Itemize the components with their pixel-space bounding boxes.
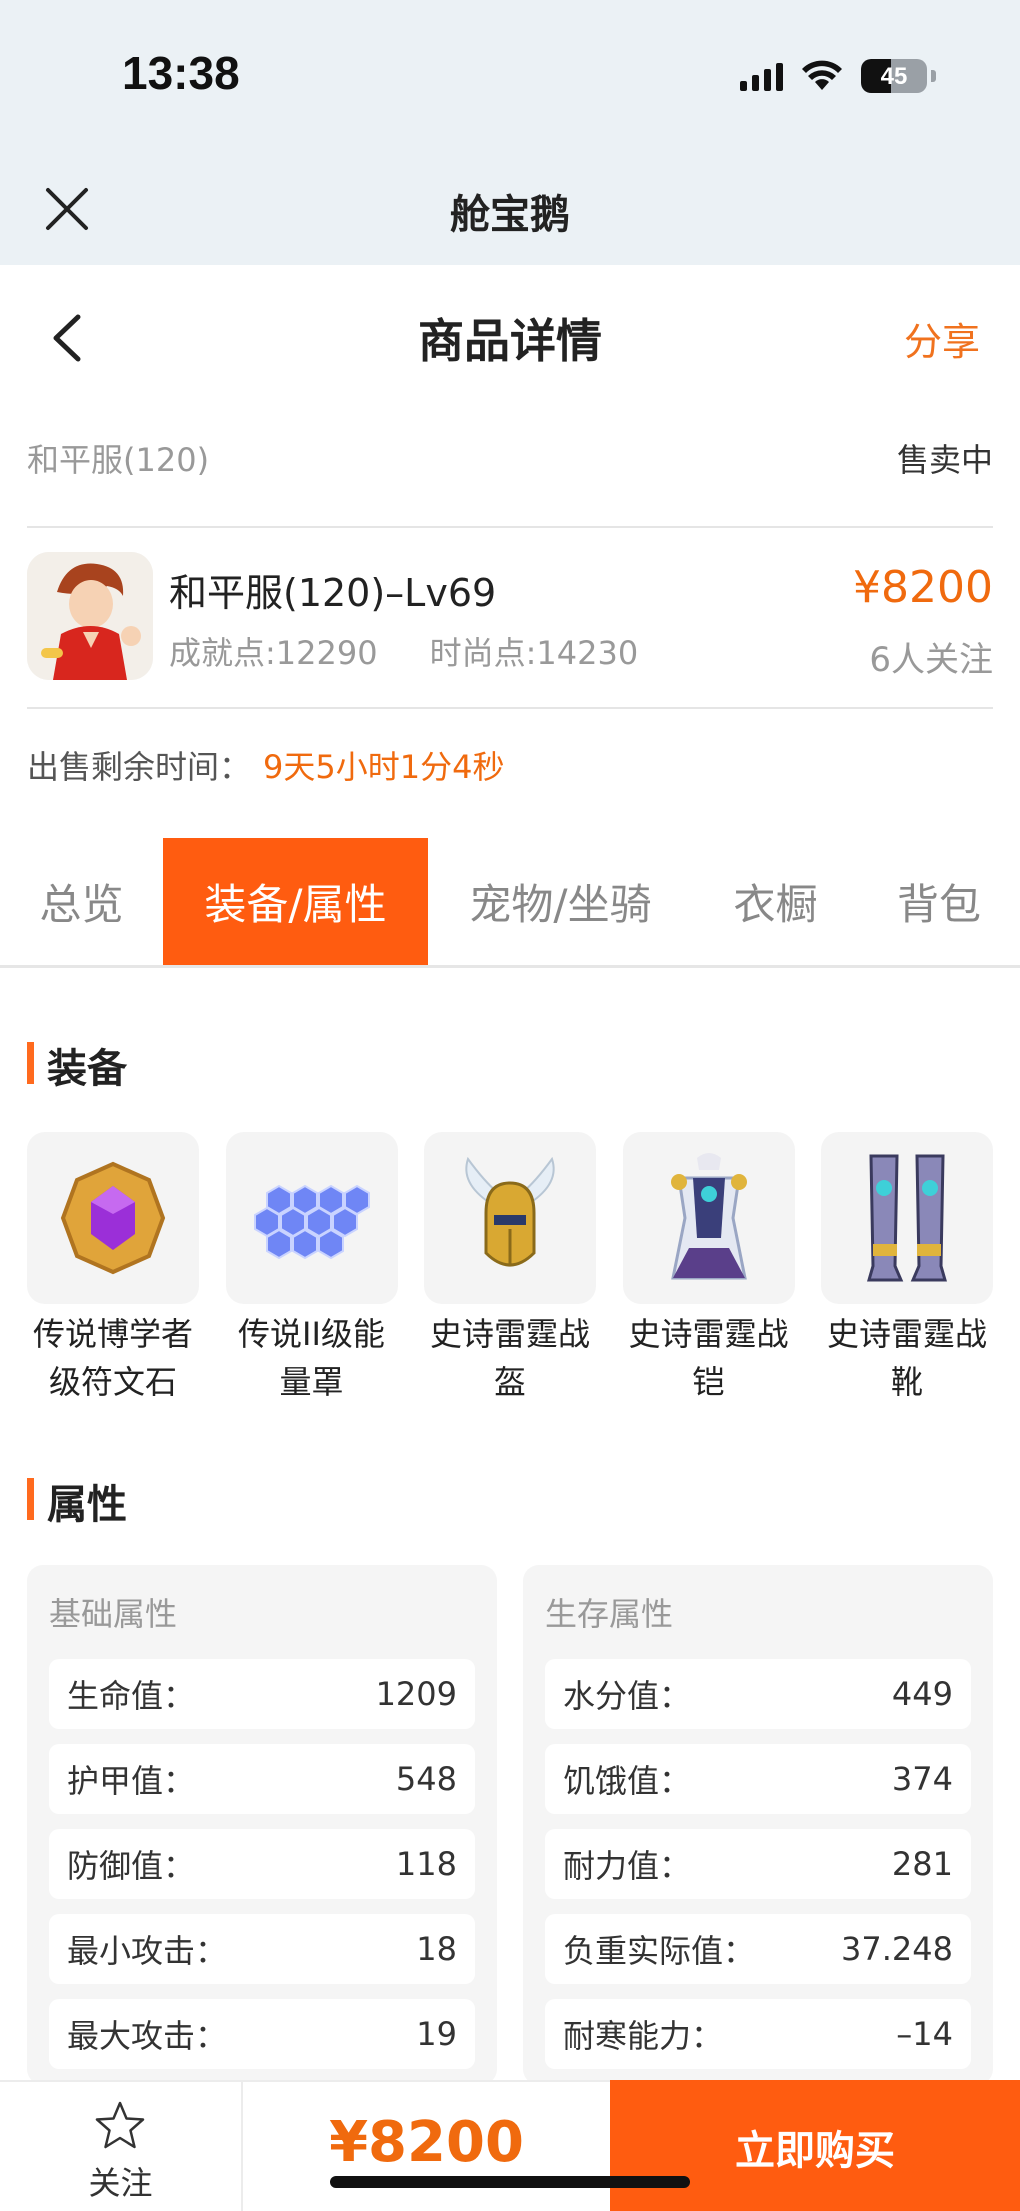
attribute-row: 负重实际值： 37.248 xyxy=(545,1914,971,1984)
attribute-value: 37.248 xyxy=(841,1930,953,1968)
follower-count: 6人关注 xyxy=(869,640,993,680)
server-row: 和平服(120) 售卖中 xyxy=(27,435,993,481)
equipment-item[interactable]: 传说博学者 级符文石 xyxy=(27,1132,199,1406)
share-button[interactable]: 分享 xyxy=(904,311,980,366)
product-summary: 和平服(120)–Lv69 成就点:12290 时尚点:14230 ¥8200 6… xyxy=(27,552,993,680)
equipment-name-line2: 级符文石 xyxy=(48,1363,177,1401)
home-indicator xyxy=(330,2176,690,2188)
product-price: ¥8200 xyxy=(853,562,993,613)
attribute-row: 水分值： 449 xyxy=(545,1659,971,1729)
attribute-row: 最小攻击： 18 xyxy=(49,1914,475,1984)
remaining-time: 出售剩余时间： 9天5小时1分4秒 xyxy=(27,742,504,788)
attribute-label: 耐力值： xyxy=(563,1847,692,1885)
equipment-list: 传说博学者 级符文石 传说II级能 量罩 史诗雷霆战 盔 史诗雷霆战 铠 史诗雷… xyxy=(27,1132,993,1406)
buy-now-button[interactable]: 立即购买 xyxy=(610,2080,1020,2211)
equipment-name-line2: 靴 xyxy=(890,1363,923,1401)
tab-wardrobe[interactable]: 衣橱 xyxy=(693,838,858,965)
attribute-row: 护甲值： 548 xyxy=(49,1744,475,1814)
attribute-row: 饥饿值： 374 xyxy=(545,1744,971,1814)
achievement-points: 成就点:12290 xyxy=(169,634,378,672)
tab-equipment-attributes[interactable]: 装备/属性 xyxy=(163,838,428,965)
battery-icon: 45 xyxy=(861,59,927,93)
rune-stone-icon xyxy=(27,1132,199,1304)
equipment-name-line1: 史诗雷霆战 xyxy=(628,1315,789,1353)
attribute-row: 耐寒能力： –14 xyxy=(545,1999,971,2069)
attribute-label: 护甲值： xyxy=(67,1762,196,1800)
fashion-points: 时尚点:14230 xyxy=(429,634,639,672)
basic-attributes-card: 基础属性 生命值： 1209 护甲值： 548 防御值： 118 最小攻击： 18 最大… xyxy=(27,1565,497,2085)
battery-tip xyxy=(931,70,936,82)
equipment-name-line2: 盔 xyxy=(493,1363,526,1401)
attribute-label: 耐寒能力： xyxy=(563,2017,724,2055)
attribute-value: 548 xyxy=(395,1760,457,1798)
tab-backpack[interactable]: 背包 xyxy=(858,838,1020,965)
clock: 13:38 xyxy=(122,47,240,99)
remaining-time-label: 出售剩余时间： xyxy=(27,748,252,786)
detail-tabs: 总览 装备/属性 宠物/坐骑 衣橱 背包 xyxy=(0,838,1020,968)
equipment-name-line1: 传说II级能 xyxy=(238,1315,385,1353)
status-icons: 45 xyxy=(740,56,936,96)
server-name: 和平服(120) xyxy=(27,441,210,479)
equipment-name-line2: 量罩 xyxy=(279,1363,344,1401)
page-title: 商品详情 xyxy=(418,314,602,368)
attribute-row: 生命值： 1209 xyxy=(49,1659,475,1729)
divider xyxy=(27,526,993,528)
equipment-name-line1: 史诗雷霆战 xyxy=(826,1315,987,1353)
mini-app-title: 舱宝鹅 xyxy=(450,192,570,238)
attribute-row: 耐力值： 281 xyxy=(545,1829,971,1899)
energy-shield-icon xyxy=(225,1132,398,1304)
attribute-row: 防御值： 118 xyxy=(49,1829,475,1899)
equipment-name-line1: 史诗雷霆战 xyxy=(429,1315,590,1353)
bottom-price: ¥8200 xyxy=(329,2110,524,2175)
attribute-label: 防御值： xyxy=(67,1847,196,1885)
product-points: 成就点:12290 时尚点:14230 xyxy=(169,628,638,674)
equipment-name-line2: 铠 xyxy=(692,1363,725,1401)
attributes-section-title: 属性 xyxy=(27,1472,127,1530)
product-name: 和平服(120)–Lv69 xyxy=(169,571,497,615)
attribute-value: 118 xyxy=(395,1845,457,1883)
wifi-icon xyxy=(802,60,842,90)
attribute-label: 饥饿值： xyxy=(563,1762,692,1800)
tab-overview[interactable]: 总览 xyxy=(0,838,163,965)
follow-label: 关注 xyxy=(88,2164,153,2202)
armor-icon xyxy=(622,1132,795,1304)
page-header: 商品详情 分享 xyxy=(0,265,1020,405)
remaining-time-value: 9天5小时1分4秒 xyxy=(263,748,505,786)
divider xyxy=(27,707,993,709)
basic-attributes-caption: 基础属性 xyxy=(49,1595,178,1633)
attribute-value: 19 xyxy=(416,2015,457,2053)
equipment-item[interactable]: 传说II级能 量罩 xyxy=(225,1132,398,1406)
helmet-icon xyxy=(424,1132,596,1304)
attribute-label: 水分值： xyxy=(563,1677,692,1715)
equipment-section-title: 装备 xyxy=(27,1036,127,1094)
star-icon xyxy=(95,2101,145,2149)
survival-attributes-card: 生存属性 水分值： 449 饥饿值： 374 耐力值： 281 负重实际值： 37.24… xyxy=(523,1565,993,2085)
character-avatar xyxy=(27,552,153,680)
attribute-row: 最大攻击： 19 xyxy=(49,1999,475,2069)
cellular-signal-icon xyxy=(740,61,783,91)
status-bar: 13:38 45 舱宝鹅 xyxy=(0,0,1020,265)
attribute-label: 最大攻击： xyxy=(67,2017,228,2055)
sale-status: 售卖中 xyxy=(896,441,993,479)
equipment-name-line1: 传说博学者 xyxy=(32,1315,193,1353)
attribute-value: 1209 xyxy=(375,1675,457,1713)
attribute-value: 449 xyxy=(891,1675,953,1713)
equipment-item[interactable]: 史诗雷霆战靴 xyxy=(821,1132,993,1406)
attribute-value: –14 xyxy=(896,2015,953,2053)
tab-pets-mounts[interactable]: 宠物/坐骑 xyxy=(428,838,693,965)
bottom-action-bar: 关注 ¥8200 立即购买 xyxy=(0,2080,1020,2211)
attribute-label: 负重实际值： xyxy=(563,1932,756,1970)
battery-level: 45 xyxy=(880,63,908,90)
attribute-value: 374 xyxy=(891,1760,953,1798)
attribute-value: 18 xyxy=(416,1930,457,1968)
attribute-label: 最小攻击： xyxy=(67,1932,228,1970)
boots-icon xyxy=(821,1132,993,1304)
attribute-value: 281 xyxy=(891,1845,953,1883)
follow-button[interactable]: 关注 xyxy=(0,2082,243,2211)
survival-attributes-caption: 生存属性 xyxy=(545,1595,674,1633)
attribute-label: 生命值： xyxy=(67,1677,196,1715)
equipment-item[interactable]: 史诗雷霆战铠 xyxy=(622,1132,795,1406)
equipment-item[interactable]: 史诗雷霆战盔 xyxy=(424,1132,596,1406)
